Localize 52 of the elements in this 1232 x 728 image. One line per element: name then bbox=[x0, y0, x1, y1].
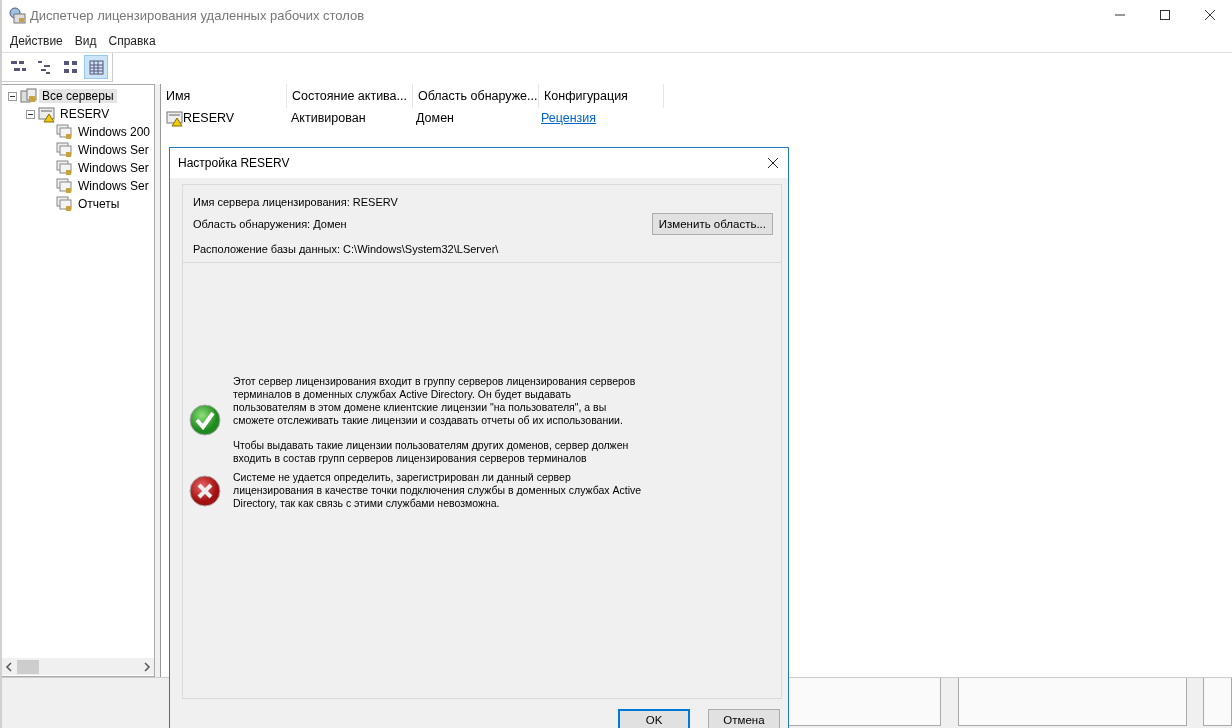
outline-view-icon bbox=[35, 58, 53, 76]
column-header[interactable]: Состояние актива... bbox=[287, 84, 413, 108]
dialog-button[interactable]: OK bbox=[618, 709, 690, 728]
scroll-right-icon[interactable] bbox=[143, 661, 151, 672]
close-icon bbox=[1203, 9, 1216, 21]
view-button[interactable] bbox=[84, 55, 108, 79]
error-icon bbox=[189, 474, 221, 507]
scroll-left-icon[interactable] bbox=[5, 661, 13, 672]
column-header[interactable]: Имя bbox=[161, 84, 287, 108]
tree-item[interactable]: Windows Ser bbox=[75, 143, 152, 157]
dialog-button[interactable]: Отмена bbox=[708, 709, 780, 728]
column-header[interactable]: Конфигурация bbox=[539, 84, 664, 108]
column-header[interactable]: Область обнаруже... bbox=[413, 84, 539, 108]
message-text: Этот сервер лицензирования входит в группу серверов лицензирования серверов терминалов в доменных службах Active Directory. Он будет выдавать пользователям в этом домене клиентские лицензии "на пользователя", а вы сможете отслеживать такие лицензии и создавать отчеты об их использовании. bbox=[233, 375, 637, 427]
tree-item[interactable]: Отчеты bbox=[75, 197, 123, 211]
menu-item[interactable]: Вид bbox=[70, 33, 101, 49]
table-cell: RESERV bbox=[183, 111, 235, 125]
app-icon bbox=[8, 6, 26, 24]
table-cell-text: Активирован bbox=[290, 111, 367, 125]
grid-view-icon bbox=[61, 58, 79, 76]
window-title: Диспетчер лицензирования удаленных рабочих столов bbox=[30, 7, 366, 23]
maximize-icon bbox=[1158, 9, 1171, 21]
table-cell-text: Домен bbox=[415, 111, 455, 125]
license-icon bbox=[56, 141, 73, 159]
info-text: Расположение базы данных: C:\Windows\System32\LServer\ bbox=[193, 242, 499, 255]
license-icon bbox=[56, 195, 73, 213]
message-text: Чтобы выдавать такие лицензии пользователям других доменов, сервер должен входить в состав групп серверов лицензирования серверов терминалов bbox=[233, 439, 630, 465]
scrollbar-thumb[interactable] bbox=[17, 659, 39, 674]
collapse-toggle[interactable] bbox=[8, 91, 17, 101]
server-warning-icon bbox=[166, 109, 183, 127]
info-text: Область обнаружения: Домен bbox=[193, 217, 347, 230]
tree-item[interactable]: Все серверы bbox=[39, 89, 117, 103]
menu-item[interactable]: Справка bbox=[104, 33, 160, 49]
review-link[interactable]: Рецензия bbox=[541, 111, 597, 125]
collapse-toggle[interactable] bbox=[26, 109, 35, 119]
dialog-title: Настройка RESERV bbox=[178, 156, 291, 170]
server-warning-icon bbox=[38, 105, 55, 123]
list-view-icon bbox=[87, 58, 105, 76]
tree-item[interactable]: RESERV bbox=[57, 107, 113, 121]
tree-item[interactable]: Windows Ser bbox=[75, 161, 152, 175]
message-text: Системе не удается определить, зарегистрирован ли данный сервер лицензирования в качестве точки подключения службы в доменных службах Active Directory, так как связь с этими службами невозможна. bbox=[233, 471, 643, 510]
server-group-icon bbox=[20, 87, 37, 105]
license-icon bbox=[56, 177, 73, 195]
info-text: Имя сервера лицензирования: RESERV bbox=[193, 196, 398, 208]
close-icon bbox=[767, 157, 779, 169]
change-scope-button[interactable]: Изменить область... bbox=[651, 212, 773, 235]
menu-item[interactable]: Действие bbox=[6, 33, 67, 49]
checkmark-icon bbox=[189, 404, 221, 436]
license-icon bbox=[56, 159, 73, 177]
tree-item[interactable]: Windows Ser bbox=[75, 179, 152, 193]
license-icon bbox=[56, 123, 73, 141]
tree-item[interactable]: Windows 200 bbox=[75, 125, 154, 139]
